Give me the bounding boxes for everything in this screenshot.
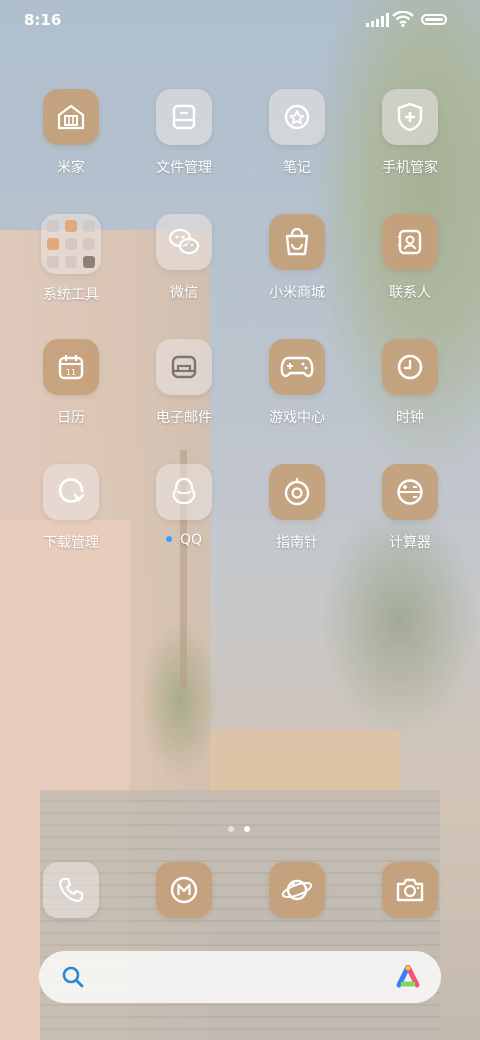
dock-browser[interactable] [242,862,352,918]
app-calculator[interactable]: 计算器 [355,464,465,552]
inbox-icon [156,339,212,395]
search-icon [61,965,85,993]
planet-icon [269,862,325,918]
calculator-icon [382,464,438,520]
app-qq[interactable]: QQ [129,464,239,548]
penguin-icon [156,464,212,520]
app-label: 指南针 [276,535,318,551]
download-arrow-icon [43,464,99,520]
folder-grid-icon [41,214,101,274]
wifi-icon [392,10,414,31]
app-label: 手机管家 [382,160,438,176]
status-time: 8:16 [24,11,62,29]
app-folder-system-tools[interactable]: 系统工具 [16,214,126,304]
app-label: 微信 [170,285,198,301]
app-label: 小米商城 [269,285,325,301]
app-calendar[interactable]: 11 日历 [16,339,126,427]
app-label: 时钟 [396,410,424,426]
xiaoai-assistant-icon[interactable] [395,964,421,993]
app-security[interactable]: 手机管家 [355,89,465,177]
search-input[interactable] [99,963,373,993]
battery-icon [421,14,447,25]
search-bar[interactable] [39,951,441,1003]
gamepad-icon [269,339,325,395]
app-contacts[interactable]: 联系人 [355,214,465,302]
app-label: 游戏中心 [269,410,325,426]
chat-bubbles-icon [156,214,212,270]
dock-phone[interactable] [16,862,126,918]
cellular-signal-icon [366,13,389,27]
star-badge-icon [269,89,325,145]
app-notes[interactable]: 笔记 [242,89,352,177]
app-label: 文件管理 [156,160,212,176]
shopping-bag-icon [269,214,325,270]
shield-plus-icon [382,89,438,145]
m-circle-icon [156,862,212,918]
app-game-center[interactable]: 游戏中心 [242,339,352,427]
clock-icon [382,339,438,395]
page-dot-2-active[interactable] [244,826,250,832]
dock-camera[interactable] [355,862,465,918]
page-indicator[interactable] [228,826,250,832]
app-label: 联系人 [389,285,431,301]
app-file-manager[interactable]: 文件管理 [129,89,239,177]
app-label: 米家 [57,160,85,176]
page-dot-1[interactable] [228,826,234,832]
camera-icon [382,862,438,918]
app-label: 下载管理 [43,535,99,551]
app-email[interactable]: 电子邮件 [129,339,239,427]
phone-icon [43,862,99,918]
calendar-icon: 11 [43,339,99,395]
contact-card-icon [382,214,438,270]
app-label: 电子邮件 [156,410,212,426]
app-downloads[interactable]: 下载管理 [16,464,126,552]
app-compass[interactable]: 指南针 [242,464,352,552]
app-label: 日历 [57,410,85,426]
dock-messages[interactable] [129,862,239,918]
app-mi-store[interactable]: 小米商城 [242,214,352,302]
folder-doc-icon [156,89,212,145]
calendar-day: 11 [66,368,76,377]
compass-icon [269,464,325,520]
app-label: 系统工具 [43,287,99,303]
app-wechat[interactable]: 微信 [129,214,239,302]
status-bar: 8:16 [0,0,480,40]
app-mijia[interactable]: 米家 [16,89,126,177]
app-label: 笔记 [283,160,311,176]
new-badge-dot [165,536,172,542]
app-label: 计算器 [389,535,431,551]
app-clock[interactable]: 时钟 [355,339,465,427]
app-label-qq: QQ [129,532,239,548]
house-icon [43,89,99,145]
